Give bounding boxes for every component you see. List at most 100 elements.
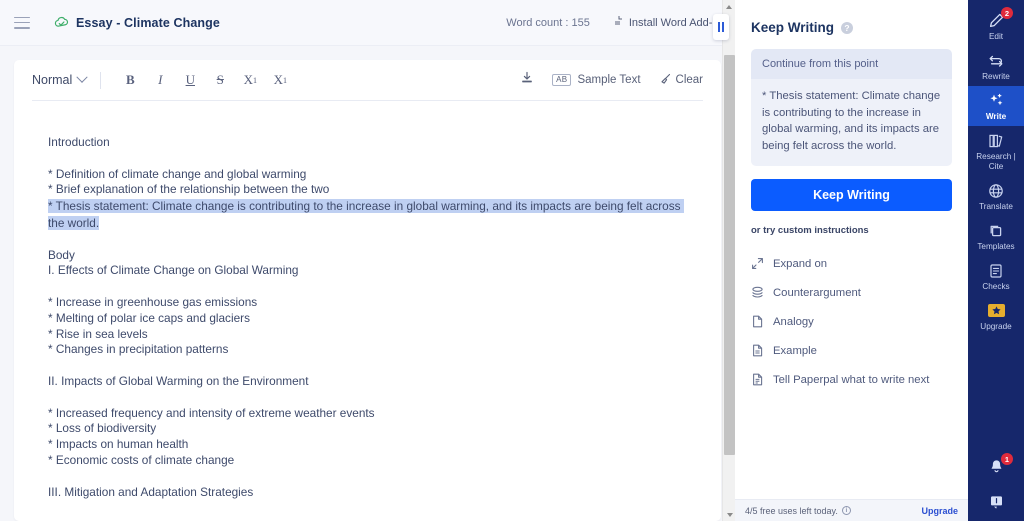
cloud-saved-icon xyxy=(54,16,70,29)
books-icon xyxy=(986,131,1006,150)
rail-item-label: Rewrite xyxy=(982,72,1010,82)
panel-footer: 4/5 free uses left today. i Upgrade xyxy=(735,499,968,521)
custom-instruction-label: Counterargument xyxy=(773,287,861,299)
upgrade-gold-badge xyxy=(988,304,1005,317)
expand-arrows-icon xyxy=(751,257,764,270)
custom-instruction-item[interactable]: Tell Paperpal what to write next xyxy=(751,365,952,394)
document-line: * Changes in precipitation patterns xyxy=(48,342,687,358)
document-line: Introduction xyxy=(48,135,687,151)
download-icon[interactable] xyxy=(520,71,534,90)
document-line: III. Mitigation and Adaptation Strategie… xyxy=(48,485,687,501)
strikethrough-button[interactable]: S xyxy=(205,67,235,93)
rail-item-translate[interactable]: Translate xyxy=(968,176,1024,216)
custom-instruction-item[interactable]: Expand on xyxy=(751,249,952,278)
custom-instruction-label: Example xyxy=(773,345,817,357)
rail-item-label: Templates xyxy=(977,242,1014,252)
document-lines-icon xyxy=(751,344,764,357)
rail-item-rewrite[interactable]: Rewrite xyxy=(968,46,1024,86)
rail-item-label: Research | Cite xyxy=(968,152,1024,172)
bold-button[interactable]: B xyxy=(115,67,145,93)
info-circle-icon[interactable]: i xyxy=(842,506,851,515)
document-blank-line xyxy=(48,469,687,485)
document-line: * Definition of climate change and globa… xyxy=(48,167,687,183)
rail-item-edit[interactable]: 2 Edit xyxy=(968,6,1024,46)
subscript-button[interactable]: X1 xyxy=(265,67,295,93)
rail-item-write[interactable]: Write xyxy=(968,86,1024,126)
rail-item-checks[interactable]: Checks xyxy=(968,256,1024,296)
custom-instructions-list: Expand on Counterargument Analogy Example Te… xyxy=(751,249,952,394)
keep-writing-button[interactable]: Keep Writing xyxy=(751,179,952,211)
italic-button[interactable]: I xyxy=(145,67,175,93)
sample-text-button[interactable]: AB Sample Text xyxy=(552,74,640,87)
superscript-mark: 1 xyxy=(253,76,257,85)
highlighted-text: * Thesis statement: Climate change is co… xyxy=(48,199,684,230)
word-document-icon xyxy=(612,15,623,31)
subscript-letter: X xyxy=(274,72,283,88)
globe-icon xyxy=(986,181,1006,200)
scrollbar-thumb[interactable] xyxy=(724,55,735,455)
word-count-label: Word count : 155 xyxy=(506,17,590,29)
hamburger-icon[interactable] xyxy=(14,17,30,29)
rail-item-templates[interactable]: Templates xyxy=(968,216,1024,256)
editor-scrollbar[interactable] xyxy=(722,0,735,521)
custom-instructions-label: or try custom instructions xyxy=(751,225,952,236)
custom-instruction-item[interactable]: Counterargument xyxy=(751,278,952,307)
clear-button[interactable]: Clear xyxy=(659,73,703,88)
keep-writing-panel: Keep Writing ? Continue from this point … xyxy=(735,0,968,521)
superscript-button[interactable]: X1 xyxy=(235,67,265,93)
rail-item-upgrade[interactable]: Upgrade xyxy=(968,296,1024,336)
sample-text-label: Sample Text xyxy=(577,74,640,86)
document-blank-line xyxy=(48,232,687,248)
format-toolbar-right: AB Sample Text Clear xyxy=(520,71,703,90)
document-line: * Impacts on human health xyxy=(48,437,687,453)
document-blank-line xyxy=(48,390,687,406)
free-uses-label: 4/5 free uses left today. xyxy=(745,506,838,516)
rail-item-label: Checks xyxy=(982,282,1009,292)
paragraph-style-value: Normal xyxy=(32,73,72,87)
rail-item-research-cite[interactable]: Research | Cite xyxy=(968,126,1024,176)
app-root: Essay - Climate Change Word count : 155 … xyxy=(0,0,1024,521)
star-badge-icon xyxy=(986,301,1006,320)
scroll-up-arrow[interactable] xyxy=(723,0,735,13)
paragraph-style-select[interactable]: Normal xyxy=(32,73,100,87)
layers-icon xyxy=(751,286,764,299)
page-title: Essay - Climate Change xyxy=(76,16,220,30)
document-editor[interactable]: Introduction * Definition of climate chan… xyxy=(14,101,721,521)
rail-item-label: Translate xyxy=(979,202,1013,212)
footer-upgrade-link[interactable]: Upgrade xyxy=(921,506,958,516)
pen-edit-icon: 2 xyxy=(986,11,1006,30)
panel-collapse-handle[interactable] xyxy=(713,14,729,40)
bell-notification-icon[interactable]: 1 xyxy=(986,457,1006,476)
rail-item-label: Edit xyxy=(989,32,1003,42)
document-line: I. Effects of Climate Change on Global W… xyxy=(48,263,687,279)
page-icon xyxy=(751,315,764,328)
top-bar: Essay - Climate Change Word count : 155 … xyxy=(0,0,735,46)
editor-card: Normal B I U S X1 X1 xyxy=(14,60,721,521)
custom-instruction-label: Tell Paperpal what to write next xyxy=(773,374,929,386)
chat-support-icon[interactable] xyxy=(986,492,1006,511)
custom-instruction-label: Analogy xyxy=(773,316,814,328)
document-title-group: Essay - Climate Change xyxy=(54,16,220,30)
install-word-addin-button[interactable]: Install Word Add-in xyxy=(612,15,721,31)
copy-stack-icon xyxy=(986,221,1006,240)
suggestion-card-header: Continue from this point xyxy=(751,49,952,79)
document-line: Body xyxy=(48,248,687,264)
broom-icon xyxy=(659,73,671,88)
custom-instruction-item[interactable]: Analogy xyxy=(751,307,952,336)
document-blank-line xyxy=(48,279,687,295)
document-line-highlighted: * Thesis statement: Climate change is co… xyxy=(48,198,687,232)
clear-label: Clear xyxy=(676,74,703,86)
custom-instruction-item[interactable]: Example xyxy=(751,336,952,365)
panel-content: Keep Writing ? Continue from this point … xyxy=(735,0,968,499)
underline-button[interactable]: U xyxy=(175,67,205,93)
rail-item-label: Write xyxy=(986,112,1006,122)
refresh-arrows-icon xyxy=(986,51,1006,70)
notification-badge: 1 xyxy=(1001,453,1013,465)
document-blank-line xyxy=(48,151,687,167)
help-circle-icon[interactable]: ? xyxy=(841,22,853,34)
sparkles-icon xyxy=(986,91,1006,110)
install-word-addin-label: Install Word Add-in xyxy=(629,17,721,29)
panel-title: Keep Writing xyxy=(751,20,834,35)
superscript-letter: X xyxy=(244,72,253,88)
document-line: II. Impacts of Global Warming on the Env… xyxy=(48,374,687,390)
